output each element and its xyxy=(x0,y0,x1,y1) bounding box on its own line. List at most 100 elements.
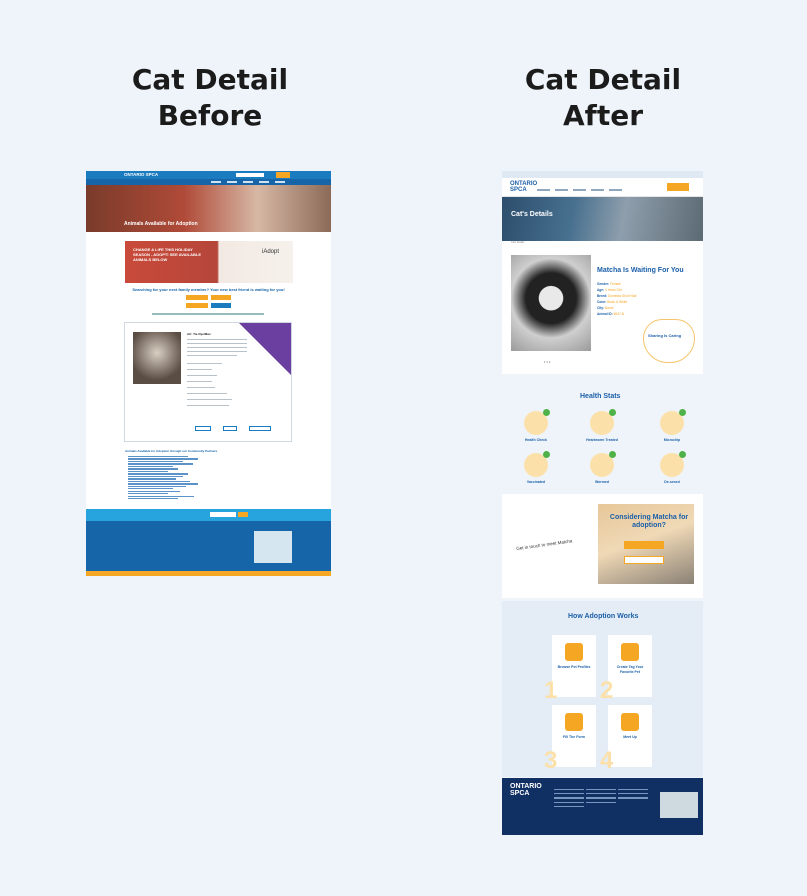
footer-column xyxy=(554,786,584,810)
footer-map[interactable] xyxy=(660,792,698,818)
before-cat-name: AC: Tie-Dye/Max xyxy=(187,332,211,336)
cat-title: Matcha Is Waiting For You xyxy=(597,267,684,274)
cat-fact: Color: Black & White xyxy=(597,300,628,304)
before-heading-line2: Before xyxy=(157,99,263,132)
health-stat: Microchip xyxy=(642,409,702,442)
after-heading: Cat Detail After xyxy=(503,62,703,134)
before-banner-text: CHANGE A LIFE THIS HOLIDAY SEASON - ADOP… xyxy=(133,247,202,262)
before-subscribe-button[interactable] xyxy=(238,512,248,517)
before-bottom-bar xyxy=(86,571,331,576)
nav-item[interactable] xyxy=(591,189,604,191)
cat-fact: Animal ID: 5647-N xyxy=(597,312,625,316)
after-heading-line2: After xyxy=(562,99,644,132)
before-filter-button[interactable] xyxy=(211,303,231,308)
before-animal-card: AC: Tie-Dye/Max xyxy=(124,322,292,442)
before-card-button[interactable] xyxy=(249,426,271,431)
before-card-button[interactable] xyxy=(223,426,237,431)
step-card: Browse Pet Profiles 1 xyxy=(544,635,596,703)
after-nav xyxy=(537,189,622,191)
consider-title: Considering Matcha for adoption? xyxy=(609,514,689,529)
pill-icon xyxy=(590,451,616,477)
footer-logo[interactable]: ONTARIO SPCA xyxy=(510,783,542,797)
before-partner-list: Animals Available for Adoption through o… xyxy=(125,449,235,501)
before-topbar: ONTARIO SPCA xyxy=(86,171,331,179)
health-stat: De-sexed xyxy=(642,451,702,484)
before-filter-button[interactable] xyxy=(186,295,208,300)
heart-icon xyxy=(590,409,616,435)
after-header: ONTARIO SPCA xyxy=(502,178,703,197)
check-icon xyxy=(679,409,686,416)
before-subscribe-bar xyxy=(86,509,331,521)
health-stat: Health Check xyxy=(506,409,566,442)
before-card-button[interactable] xyxy=(195,426,211,431)
check-icon xyxy=(609,451,616,458)
nav-item[interactable] xyxy=(555,189,568,191)
check-icon xyxy=(543,409,550,416)
cat-fact: Gender: Female xyxy=(597,282,621,286)
health-stat: Heartworm Treated xyxy=(572,409,632,442)
before-cat-photo xyxy=(133,332,181,384)
before-heading: Cat Detail Before xyxy=(110,62,310,134)
nav-item[interactable] xyxy=(609,189,622,191)
nav-item[interactable] xyxy=(573,189,586,191)
before-filter-button[interactable] xyxy=(186,303,208,308)
how-title: How Adoption Works xyxy=(568,613,639,620)
before-screenshot: ONTARIO SPCA Animals Available for Adopt… xyxy=(86,171,331,576)
after-screenshot: ONTARIO SPCA Cat's Details Cats Details … xyxy=(502,171,703,835)
before-note xyxy=(152,313,264,315)
footer-logo-line1: ONTARIO xyxy=(510,783,542,790)
before-iadopt-logo: iAdopt xyxy=(261,249,279,255)
cat-photo xyxy=(511,255,591,351)
after-heading-line1: Cat Detail xyxy=(524,63,682,96)
before-hero: Animals Available for Adoption xyxy=(86,185,331,232)
after-logo[interactable]: ONTARIO SPCA xyxy=(510,181,537,193)
check-icon xyxy=(679,451,686,458)
before-footer-map[interactable] xyxy=(254,531,292,563)
before-cat-badge xyxy=(239,323,291,375)
footer-column xyxy=(586,786,616,806)
search-icon xyxy=(565,643,583,661)
form-icon xyxy=(565,713,583,731)
consider-section: Get in touch to meet Matcha Considering … xyxy=(502,494,703,598)
before-subscribe-input[interactable] xyxy=(210,512,236,517)
heart-icon xyxy=(621,643,639,661)
chip-icon xyxy=(660,409,686,435)
how-adoption-works: How Adoption Works Browse Pet Profiles 1 … xyxy=(502,601,703,777)
after-hero-title: Cat's Details xyxy=(511,211,553,218)
health-stats: Health Stats Health Check Heartworm Trea… xyxy=(502,381,703,491)
step-card: Meet Up 4 xyxy=(600,705,652,773)
step-card: Fill The Form 3 xyxy=(544,705,596,773)
before-footer xyxy=(86,521,331,571)
before-holiday-banner[interactable]: CHANGE A LIFE THIS HOLIDAY SEASON - ADOP… xyxy=(125,241,293,283)
adopt-cta-button[interactable] xyxy=(624,541,664,549)
stethoscope-icon xyxy=(524,409,550,435)
footer-logo-line2: SPCA xyxy=(510,790,530,797)
carousel-dots[interactable]: • • • xyxy=(544,359,550,364)
gender-icon xyxy=(660,451,686,477)
health-stat: Vaccinated xyxy=(506,451,566,484)
before-hero-title: Animals Available for Adoption xyxy=(124,221,198,227)
before-list-title: Animals Available for Adoption through o… xyxy=(125,449,218,453)
after-adopt-button[interactable] xyxy=(667,183,689,191)
secondary-cta-button[interactable] xyxy=(624,556,664,564)
after-footer: ONTARIO SPCA xyxy=(502,778,703,835)
before-heading-line1: Cat Detail xyxy=(131,63,289,96)
health-stat: Wormed xyxy=(572,451,632,484)
share-title: Sharing Is Caring xyxy=(648,333,682,338)
after-announcement-bar xyxy=(502,171,703,178)
check-icon xyxy=(543,451,550,458)
step-card: Create Tag Your Favorite Pet 2 xyxy=(600,635,652,703)
footer-column xyxy=(618,786,648,802)
before-logo[interactable]: ONTARIO SPCA xyxy=(124,172,158,177)
share-heart-icon xyxy=(643,319,695,363)
before-filter-button[interactable] xyxy=(211,295,231,300)
check-icon xyxy=(609,409,616,416)
cat-fact: Age: 4 Years Old xyxy=(597,288,622,292)
before-donate-button[interactable] xyxy=(276,172,290,178)
nav-item[interactable] xyxy=(537,189,550,191)
cat-fact: Breed: Domestic Short Hair xyxy=(597,294,637,298)
after-logo-line2: SPCA xyxy=(510,187,527,193)
before-search-input[interactable] xyxy=(236,173,264,177)
syringe-icon xyxy=(524,451,550,477)
before-search-title: Searching for your next family member? Y… xyxy=(132,287,285,292)
